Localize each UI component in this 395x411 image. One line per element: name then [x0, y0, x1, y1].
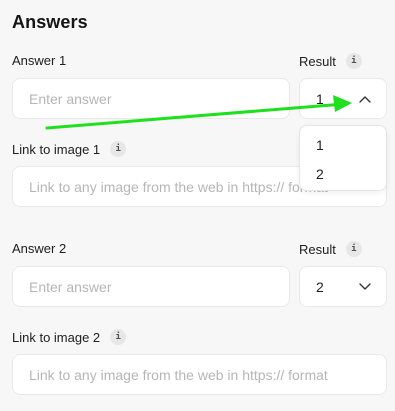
result-2-label: Result i — [299, 241, 362, 257]
result-1-select[interactable]: 1 — [299, 78, 387, 119]
image-2-label: Link to image 2 i — [12, 329, 127, 345]
image-2-link-input[interactable]: Link to any image from the web in https:… — [12, 354, 387, 395]
image-1-label-text: Link to image 1 — [12, 141, 101, 157]
result-2-label-text: Result — [299, 241, 336, 257]
info-icon[interactable]: i — [345, 53, 362, 69]
section-title: Answers — [12, 12, 88, 32]
info-icon[interactable]: i — [110, 329, 127, 345]
result-1-value: 1 — [316, 90, 324, 107]
answer-1-placeholder: Enter answer — [29, 90, 112, 107]
chevron-up-icon — [358, 92, 372, 106]
result-1-dropdown: 1 2 — [299, 125, 387, 191]
image-2-placeholder: Link to any image from the web in https:… — [29, 366, 328, 383]
info-icon[interactable]: i — [345, 241, 362, 257]
chevron-down-icon — [358, 280, 372, 294]
result-1-label: Result i — [299, 53, 362, 69]
image-2-label-text: Link to image 2 — [12, 329, 101, 345]
image-1-placeholder: Link to any image from the web in https:… — [29, 178, 328, 195]
dropdown-option-2[interactable]: 2 — [316, 166, 324, 182]
answer-2-label: Answer 2 — [12, 241, 66, 256]
image-1-label: Link to image 1 i — [12, 141, 127, 157]
result-1-label-text: Result — [299, 53, 336, 69]
dropdown-option-1[interactable]: 1 — [316, 137, 324, 153]
info-icon[interactable]: i — [110, 141, 127, 157]
result-2-select[interactable]: 2 — [299, 266, 387, 307]
answer-2-label-text: Answer 2 — [12, 241, 67, 256]
answer-1-label-text: Answer 1 — [12, 53, 67, 68]
answer-2-placeholder: Enter answer — [29, 278, 112, 295]
answer-1-label: Answer 1 — [12, 53, 66, 68]
answer-1-input[interactable]: Enter answer — [12, 78, 290, 119]
answer-2-input[interactable]: Enter answer — [12, 266, 290, 307]
result-2-value: 2 — [316, 278, 324, 295]
